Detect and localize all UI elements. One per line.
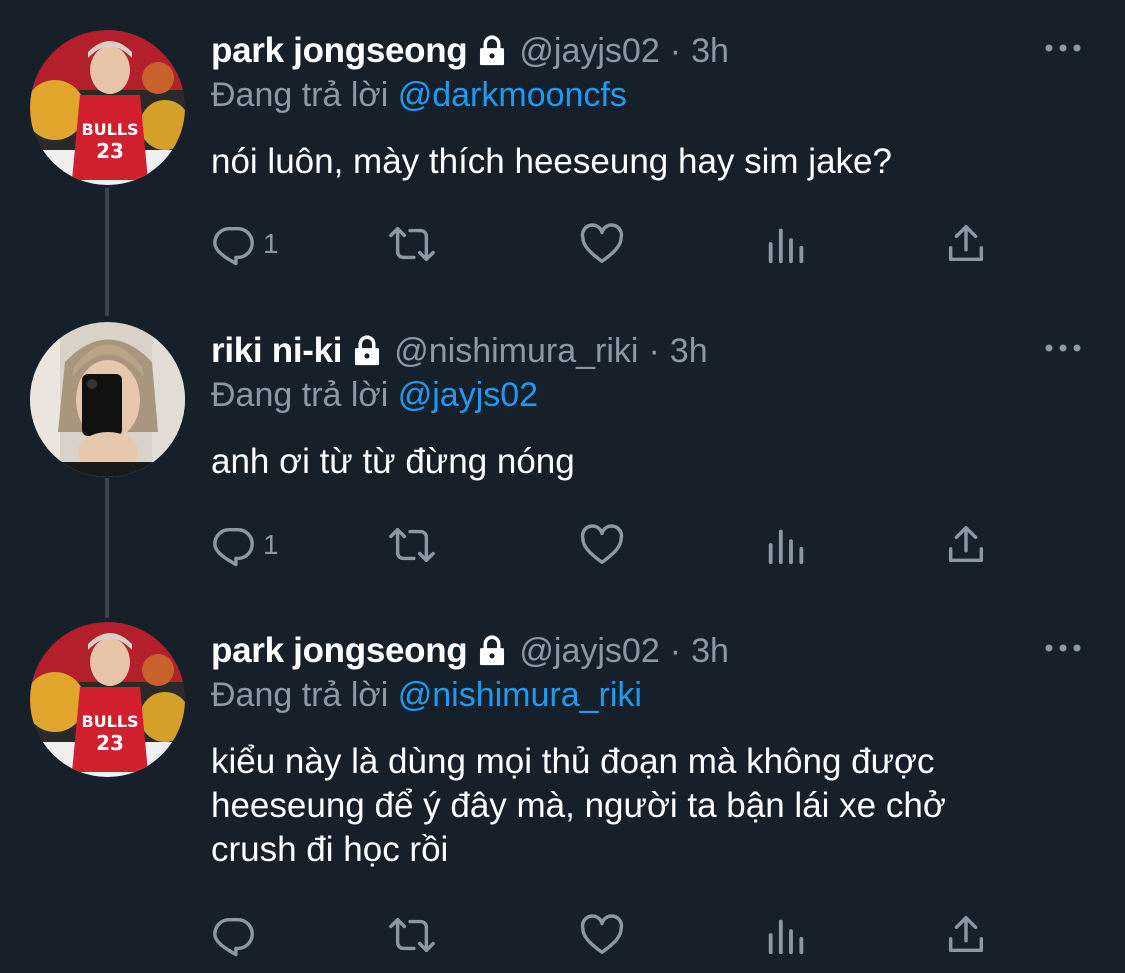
tweet-text-line: anh ơi từ từ đừng nóng	[211, 442, 575, 481]
tweet-text-line: kiểu này là dùng mọi thủ đoạn mà không đ…	[211, 742, 935, 781]
reply-count: 1	[263, 228, 279, 259]
replying-label: Đang trả lời	[211, 76, 389, 114]
display-name[interactable]: riki ni-ki	[211, 331, 343, 371]
tweet-text: kiểu này là dùng mọi thủ đoạn mà không đ…	[211, 740, 1091, 872]
share-icon	[948, 916, 984, 953]
avatar[interactable]	[30, 322, 185, 477]
heart-icon	[580, 914, 624, 954]
share-button[interactable]	[943, 219, 989, 269]
heart-icon	[580, 524, 624, 564]
more-options-icon[interactable]	[1043, 338, 1083, 358]
user-handle[interactable]: @nishimura_riki	[394, 332, 638, 371]
analytics-button[interactable]	[763, 910, 809, 960]
like-button[interactable]	[579, 520, 625, 570]
tweet-1[interactable]: BULLS 23 park jongseong @jayjs02 · 3h Đa…	[0, 26, 1125, 286]
timestamp[interactable]: 3h	[691, 32, 729, 71]
display-name[interactable]: park jongseong	[211, 31, 468, 71]
retweet-icon	[389, 917, 435, 953]
timestamp[interactable]: 3h	[691, 632, 729, 671]
svg-text:23: 23	[96, 139, 124, 163]
analytics-icon	[768, 529, 804, 565]
separator-dot: ·	[669, 631, 682, 670]
retweet-button[interactable]	[389, 520, 435, 570]
like-button[interactable]	[579, 910, 625, 960]
svg-text:BULLS: BULLS	[81, 712, 138, 731]
timestamp[interactable]: 3h	[670, 332, 708, 371]
tweet-actions	[211, 910, 1011, 960]
lock-icon	[355, 335, 380, 366]
reply-button[interactable]: 1	[211, 520, 279, 570]
retweet-icon	[389, 226, 435, 262]
analytics-button[interactable]	[763, 219, 809, 269]
reply-icon	[213, 917, 254, 957]
reply-button[interactable]	[211, 910, 263, 960]
svg-text:23: 23	[96, 731, 124, 755]
svg-text:BULLS: BULLS	[81, 120, 138, 139]
replying-mention[interactable]: @nishimura_riki	[398, 676, 642, 714]
replying-label: Đang trả lời	[211, 676, 389, 714]
replying-mention[interactable]: @darkmooncfs	[398, 76, 627, 114]
replying-to: Đang trả lời @jayjs02	[211, 376, 538, 415]
more-options-icon[interactable]	[1043, 638, 1083, 658]
separator-dot: ·	[648, 331, 660, 370]
share-icon	[948, 225, 984, 262]
reply-icon	[213, 527, 254, 567]
retweet-button[interactable]	[389, 910, 435, 960]
tweet-text: nói luôn, mày thích heeseung hay sim jak…	[211, 140, 1091, 184]
tweet-text: anh ơi từ từ đừng nóng	[211, 440, 1091, 484]
analytics-icon	[768, 919, 804, 955]
tweet-text-line: crush đi học rồi	[211, 830, 449, 869]
user-handle[interactable]: @jayjs02	[519, 32, 659, 71]
jersey-avatar-image: BULLS 23	[30, 622, 185, 777]
reply-button[interactable]: 1	[211, 219, 279, 269]
share-button[interactable]	[943, 520, 989, 570]
avatar[interactable]: BULLS 23	[30, 30, 185, 185]
avatar[interactable]: BULLS 23	[30, 622, 185, 777]
replying-to: Đang trả lời @nishimura_riki	[211, 676, 642, 715]
lock-icon	[480, 635, 505, 666]
reply-icon	[213, 226, 254, 266]
analytics-icon	[768, 228, 804, 264]
analytics-button[interactable]	[763, 520, 809, 570]
tweet-actions: 1	[211, 520, 1011, 570]
retweet-icon	[389, 527, 435, 563]
tweet-header: park jongseong @jayjs02 · 3h	[211, 26, 729, 76]
separator-dot: ·	[669, 31, 682, 70]
tweet-3[interactable]: BULLS 23 park jongseong @jayjs02 · 3h Đa…	[0, 622, 1125, 973]
heart-icon	[580, 223, 624, 263]
like-button[interactable]	[579, 219, 625, 269]
tweet-header: riki ni-ki @nishimura_riki · 3h	[211, 326, 708, 376]
tweet-text-line: nói luôn, mày thích heeseung hay sim jak…	[211, 142, 892, 181]
retweet-button[interactable]	[389, 219, 435, 269]
tweet-2[interactable]: riki ni-ki @nishimura_riki · 3h Đang trả…	[0, 322, 1125, 596]
selfie-avatar-image	[30, 322, 185, 477]
share-icon	[948, 526, 984, 563]
display-name[interactable]: park jongseong	[211, 631, 468, 671]
tweet-actions: 1	[211, 219, 1011, 269]
tweet-header: park jongseong @jayjs02 · 3h	[211, 626, 729, 676]
lock-icon	[480, 35, 505, 66]
user-handle[interactable]: @jayjs02	[519, 632, 659, 671]
share-button[interactable]	[943, 910, 989, 960]
replying-label: Đang trả lời	[211, 376, 389, 414]
replying-to: Đang trả lời @darkmooncfs	[211, 76, 627, 115]
replying-mention[interactable]: @jayjs02	[398, 376, 538, 414]
tweet-text-line: heeseung để ý đây mà, người ta bận lái x…	[211, 786, 946, 825]
reply-count: 1	[263, 529, 279, 560]
more-options-icon[interactable]	[1043, 38, 1083, 58]
jersey-avatar-image: BULLS 23	[30, 30, 185, 185]
